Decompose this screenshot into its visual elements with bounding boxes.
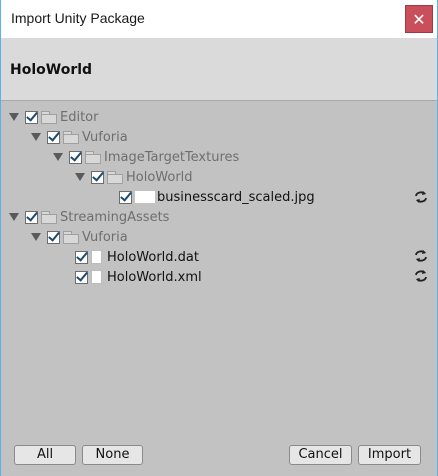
select-all-button[interactable]: All <box>14 445 76 465</box>
tree-row-image-target-textures[interactable]: ImageTargetTextures <box>53 147 239 167</box>
expand-arrow-icon[interactable] <box>53 153 63 161</box>
folder-icon <box>63 231 79 244</box>
image-target-textures-checkbox[interactable] <box>69 150 82 164</box>
dialog-footer: All None Cancel Import <box>1 431 437 476</box>
holoworld-xml-label: HoloWorld.xml <box>107 269 202 285</box>
editor-checkbox[interactable] <box>25 110 38 124</box>
reimport-icon <box>415 270 427 282</box>
folder-icon <box>41 211 57 224</box>
tree-row-businesscard[interactable]: businesscard_scaled.jpg <box>119 187 315 207</box>
cancel-button[interactable]: Cancel <box>289 445 352 465</box>
image-target-textures-label: ImageTargetTextures <box>104 149 240 165</box>
image-file-icon <box>135 191 155 203</box>
holoworld-dat-label: HoloWorld.dat <box>107 249 199 265</box>
window-title: Import Unity Package <box>11 10 145 26</box>
businesscard-checkbox[interactable] <box>119 190 132 204</box>
package-header: HoloWorld <box>1 38 437 101</box>
holoworld-folder-checkbox[interactable] <box>91 170 104 184</box>
expand-arrow-icon[interactable] <box>31 233 41 241</box>
businesscard-label: businesscard_scaled.jpg <box>157 189 315 205</box>
folder-icon <box>41 111 57 124</box>
expand-arrow-icon[interactable] <box>9 213 19 221</box>
import-package-window: Import Unity Package ✕ HoloWorld Editor … <box>0 0 438 476</box>
tree-row-holoworld-dat[interactable]: HoloWorld.dat <box>75 247 199 267</box>
folder-icon <box>107 171 123 184</box>
title-bar: Import Unity Package ✕ <box>1 0 437 38</box>
streaming-vuforia-checkbox[interactable] <box>47 230 60 244</box>
streaming-vuforia-label: Vuforia <box>82 229 128 245</box>
tree-row-editor[interactable]: Editor <box>9 107 98 127</box>
editor-vuforia-checkbox[interactable] <box>47 130 60 144</box>
tree-row-editor-vuforia[interactable]: Vuforia <box>31 127 128 147</box>
tree-row-streaming-vuforia[interactable]: Vuforia <box>31 227 128 247</box>
reimport-icon <box>415 191 427 203</box>
close-button[interactable]: ✕ <box>405 5 433 33</box>
folder-icon <box>85 151 101 164</box>
expand-arrow-icon[interactable] <box>9 113 19 121</box>
folder-icon <box>63 131 79 144</box>
tree-row-holoworld-folder[interactable]: HoloWorld <box>75 167 193 187</box>
tree-row-streaming-assets[interactable]: StreamingAssets <box>9 207 169 227</box>
holoworld-dat-checkbox[interactable] <box>75 250 88 264</box>
holoworld-xml-checkbox[interactable] <box>75 270 88 284</box>
editor-vuforia-label: Vuforia <box>82 129 128 145</box>
file-icon <box>91 270 102 284</box>
asset-tree: Editor Vuforia ImageTargetTextures HoloW… <box>1 101 437 431</box>
select-none-button[interactable]: None <box>82 445 143 465</box>
file-icon <box>91 250 102 264</box>
tree-row-holoworld-xml[interactable]: HoloWorld.xml <box>75 267 202 287</box>
editor-label: Editor <box>60 109 99 125</box>
streaming-assets-label: StreamingAssets <box>60 209 170 225</box>
holoworld-folder-label: HoloWorld <box>126 169 193 185</box>
package-name: HoloWorld <box>10 62 93 78</box>
import-button[interactable]: Import <box>358 445 421 465</box>
expand-arrow-icon[interactable] <box>75 173 85 181</box>
close-icon: ✕ <box>412 10 426 29</box>
reimport-icon <box>415 250 427 262</box>
expand-arrow-icon[interactable] <box>31 133 41 141</box>
streaming-assets-checkbox[interactable] <box>25 210 38 224</box>
